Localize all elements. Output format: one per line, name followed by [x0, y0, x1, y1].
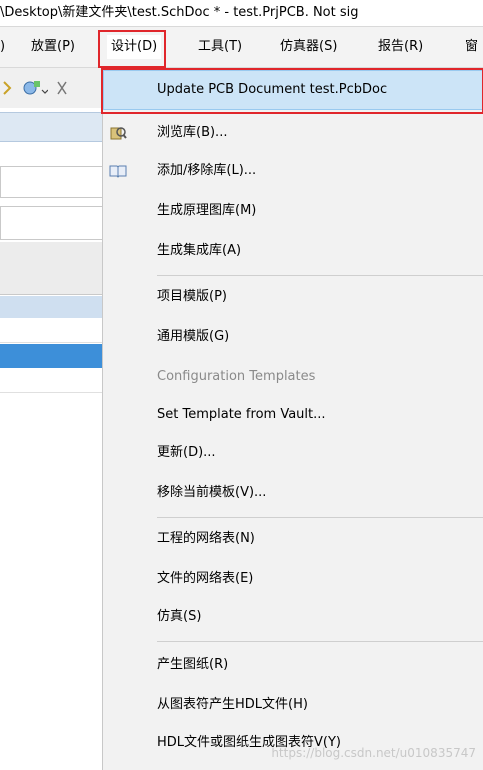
menu-item-label: 仿真(S) — [157, 609, 202, 624]
menu-fragment[interactable]: ) — [0, 35, 5, 59]
menu-item-hdl-from-sheet-symbol[interactable]: 从图表符产生HDL文件(H) — [103, 686, 483, 724]
menu-item-general-templates[interactable]: 通用模版(G) — [103, 318, 483, 356]
window-title: \Desktop\新建文件夹\test.SchDoc * - test.PrjP… — [0, 5, 359, 20]
menu-item-set-template-from-vault[interactable]: Set Template from Vault... — [103, 396, 483, 434]
design-dropdown-menu: Update PCB Document test.PcbDoc 浏览库(B)..… — [101, 68, 483, 770]
menu-item-label: 通用模版(G) — [157, 329, 230, 344]
menu-separator — [157, 275, 483, 276]
menu-item-label: 工程的网络表(N) — [157, 531, 255, 546]
menu-place[interactable]: 放置(P) — [31, 35, 75, 59]
menu-item-remove-current-template[interactable]: 移除当前模板(V)... — [103, 474, 483, 512]
menu-item-document-netlist[interactable]: 文件的网络表(E) — [103, 560, 483, 598]
menu-item-label: 浏览库(B)... — [157, 125, 228, 140]
menu-window[interactable]: 窗 — [465, 35, 478, 59]
browse-library-icon — [110, 127, 127, 140]
menu-item-update[interactable]: 更新(D)... — [103, 434, 483, 472]
menu-item-simulate[interactable]: 仿真(S) — [103, 598, 483, 636]
menu-item-project-netlist[interactable]: 工程的网络表(N) — [103, 520, 483, 558]
annotation-box-update-pcb — [101, 68, 483, 114]
menu-item-add-remove-library[interactable]: 添加/移除库(L)... — [103, 152, 483, 190]
menu-item-gen-integrated-lib[interactable]: 生成集成库(A) — [103, 232, 483, 270]
menu-item-label: 移除当前模板(V)... — [157, 485, 267, 500]
menu-separator — [157, 641, 483, 642]
menu-item-gen-schematic-lib[interactable]: 生成原理图库(M) — [103, 192, 483, 230]
menu-item-label: 文件的网络表(E) — [157, 571, 254, 586]
wire-tool-icon[interactable] — [2, 80, 16, 96]
book-icon — [109, 165, 127, 178]
menu-item-label: 生成原理图库(M) — [157, 203, 257, 218]
menu-tools[interactable]: 工具(T) — [198, 35, 242, 59]
menu-item-label: Configuration Templates — [157, 369, 316, 384]
menu-item-label: 从图表符产生HDL文件(H) — [157, 697, 308, 712]
component-tool-icon[interactable] — [22, 78, 48, 98]
menu-item-browse-library[interactable]: 浏览库(B)... — [103, 114, 483, 152]
menu-item-configuration-templates: Configuration Templates — [103, 358, 483, 396]
menu-item-project-templates[interactable]: 项目模版(P) — [103, 278, 483, 316]
menu-bar: ) 放置(P) 设计(D) 工具(T) 仿真器(S) 报告(R) 窗 — [0, 27, 483, 68]
menu-item-label: 添加/移除库(L)... — [157, 163, 257, 178]
window-title-bar: \Desktop\新建文件夹\test.SchDoc * - test.PrjP… — [0, 0, 483, 27]
menu-item-label: 产生图纸(R) — [157, 657, 229, 672]
annotation-box-design-menu — [98, 30, 166, 68]
menu-item-label: 生成集成库(A) — [157, 243, 242, 258]
menu-reports[interactable]: 报告(R) — [378, 35, 423, 59]
menu-separator — [157, 517, 483, 518]
menu-item-create-sheet[interactable]: 产生图纸(R) — [103, 646, 483, 684]
menu-item-label: Set Template from Vault... — [157, 407, 326, 422]
menu-item-label: 更新(D)... — [157, 445, 216, 460]
menu-simulator[interactable]: 仿真器(S) — [280, 35, 337, 59]
menu-item-label: 项目模版(P) — [157, 289, 227, 304]
watermark: https://blog.csdn.net/u010835747 — [271, 746, 476, 760]
scissors-icon[interactable] — [56, 80, 68, 96]
